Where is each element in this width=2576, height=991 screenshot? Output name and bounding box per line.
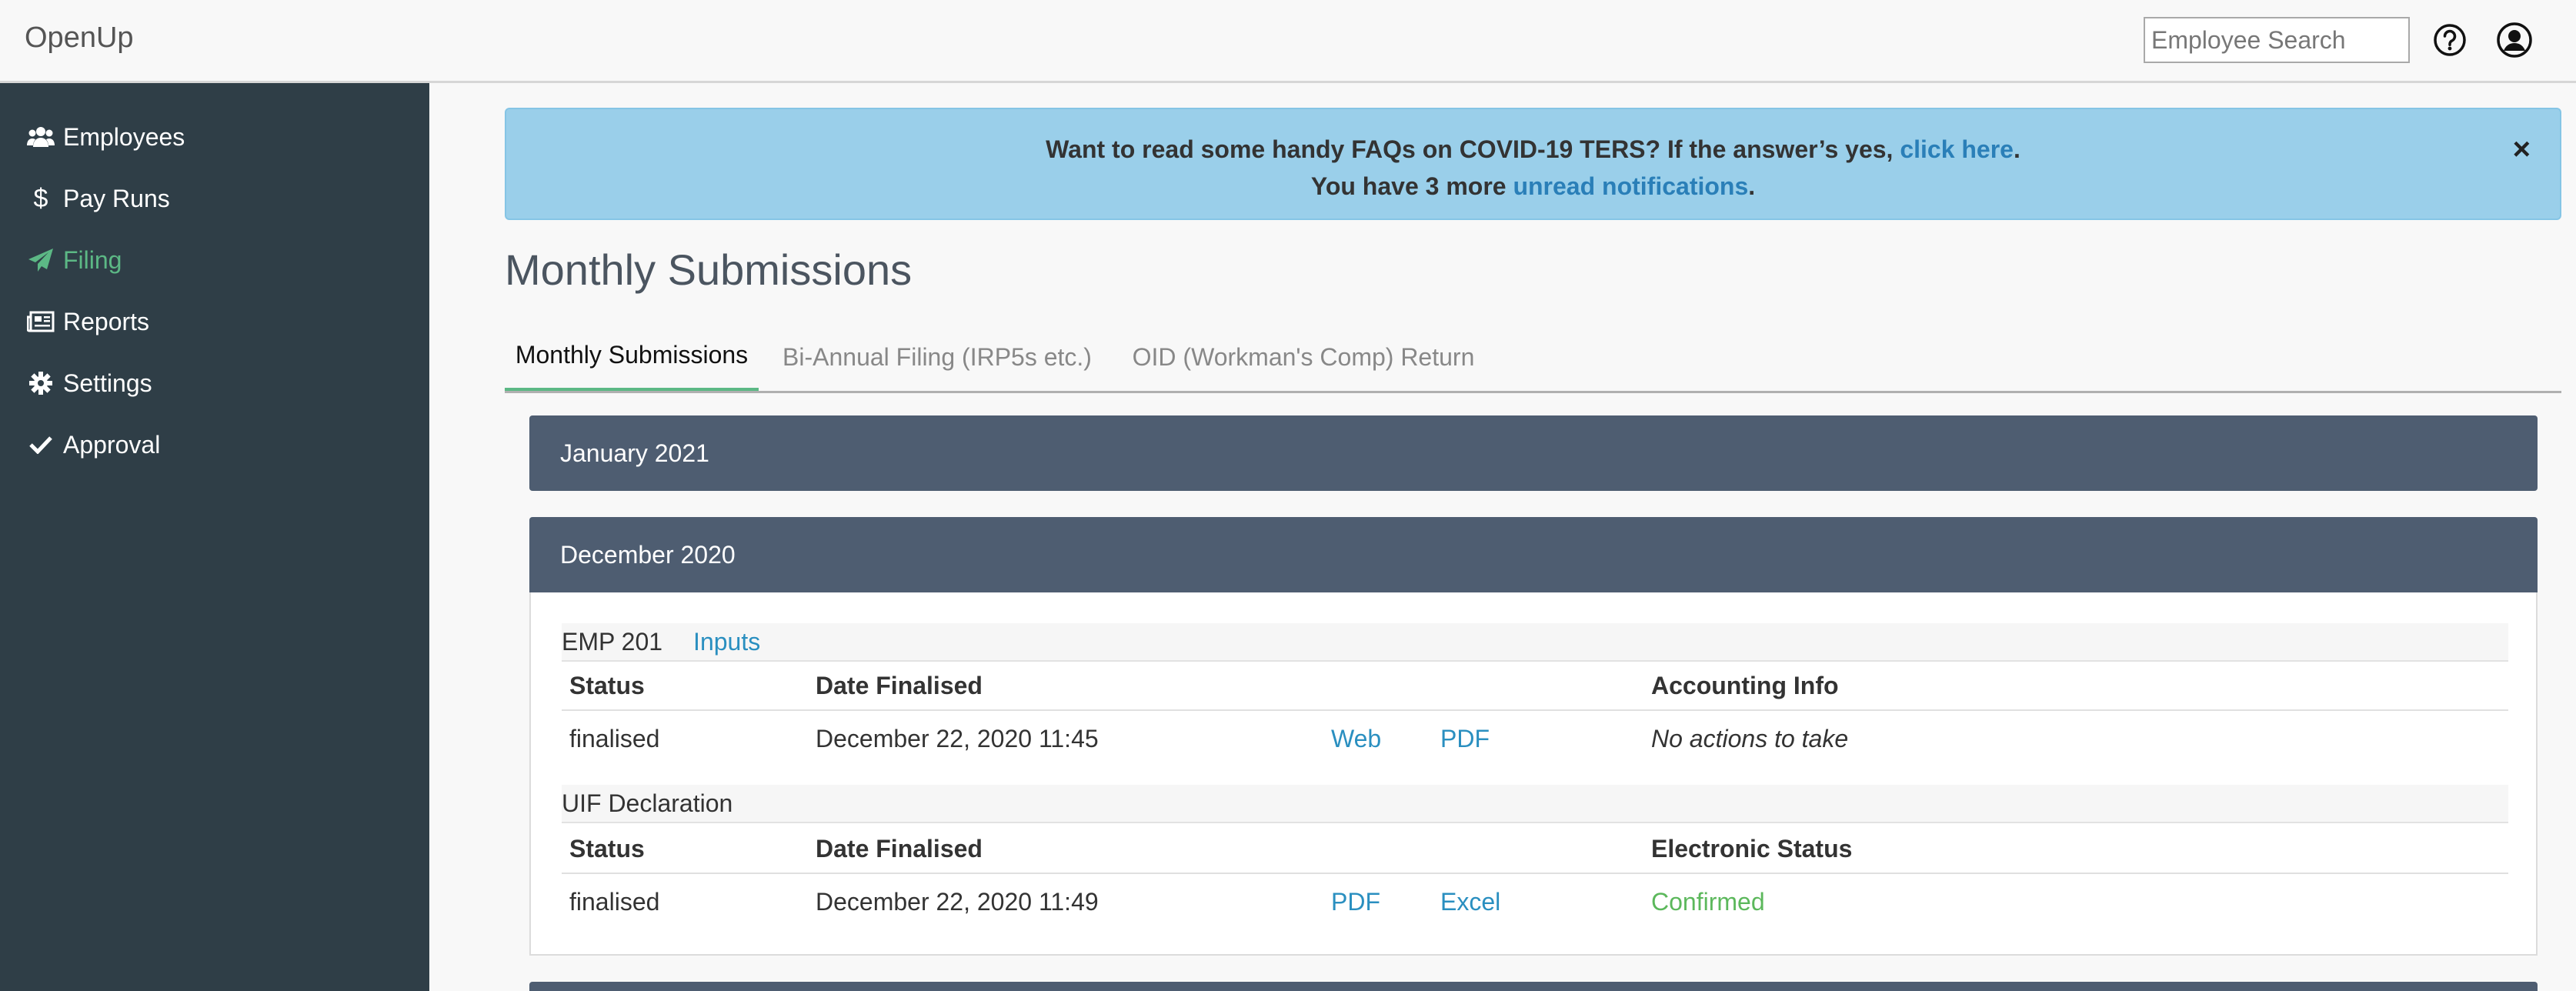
tab-monthly-submissions[interactable]: Monthly Submissions (505, 322, 759, 392)
tab-bi-annual-filing[interactable]: Bi-Annual Filing (IRP5s etc.) (769, 322, 1105, 392)
header-date-finalised: Date Finalised (816, 671, 983, 699)
sidebar-item-filing[interactable]: Filing (0, 229, 429, 291)
header-status: Status (569, 834, 645, 863)
sidebar-item-label: Pay Runs (63, 184, 170, 212)
section-title: EMP 201 (562, 627, 663, 656)
sidebar-item-approval[interactable]: Approval (0, 414, 429, 475)
alert-line-1: Want to read some handy FAQs on COVID-19… (1046, 135, 2020, 163)
tab-oid-return[interactable]: OID (Workman's Comp) Return (1126, 322, 1480, 392)
period-body-december-2020: EMP 201 Inputs Status Date Finalised Acc… (529, 592, 2538, 956)
page-title: Monthly Submissions (505, 245, 913, 294)
section-title: UIF Declaration (562, 789, 733, 817)
brand-logo[interactable]: OpenUp (25, 22, 134, 55)
table-header: Status Date Finalised Accounting Info (562, 662, 2508, 711)
employee-search-input[interactable] (2144, 17, 2410, 63)
sidebar-item-reports[interactable]: Reports (0, 291, 429, 352)
excel-link[interactable]: Excel (1440, 876, 1500, 928)
header-date-finalised: Date Finalised (816, 834, 983, 863)
section-header-uif-declaration: UIF Declaration (562, 785, 2508, 823)
gear-icon (26, 369, 55, 398)
header-accounting-info: Accounting Info (1651, 671, 1839, 699)
header-electronic-status: Electronic Status (1651, 834, 1853, 863)
sidebar-item-settings[interactable]: Settings (0, 352, 429, 414)
click-here-link[interactable]: click here (1900, 135, 2014, 163)
period-header-december-2020[interactable]: December 2020 (529, 517, 2538, 592)
table-row: finalised December 22, 2020 11:49 PDF Ex… (562, 876, 2508, 928)
electronic-status-cell: Confirmed (1651, 887, 1765, 916)
pdf-link[interactable]: PDF (1440, 712, 1490, 765)
main-content: Want to read some handy FAQs on COVID-19… (429, 83, 2576, 991)
sidebar-item-label: Reports (63, 307, 150, 335)
newspaper-icon (26, 307, 55, 336)
status-cell: finalised (569, 887, 660, 916)
section-header-emp201: EMP 201 Inputs (562, 623, 2508, 662)
tab-divider (505, 391, 2561, 393)
sidebar-item-employees[interactable]: Employees (0, 106, 429, 168)
top-navbar: OpenUp (0, 0, 2576, 83)
period-header-january-2021[interactable]: January 2021 (529, 415, 2538, 491)
dollar-icon: $ (33, 183, 48, 213)
inputs-link[interactable]: Inputs (693, 628, 760, 656)
sidebar: Employees $ Pay Runs Filing Reports Sett… (0, 83, 429, 991)
header-status: Status (569, 671, 645, 699)
users-icon (26, 122, 55, 152)
date-cell: December 22, 2020 11:49 (816, 887, 1099, 916)
accounting-info-cell: No actions to take (1651, 724, 1849, 752)
alert-line-2: You have 3 more unread notifications. (1310, 172, 1756, 200)
sidebar-item-label: Employees (63, 122, 185, 151)
sidebar-item-label: Approval (63, 430, 161, 459)
status-cell: finalised (569, 724, 660, 752)
check-icon (26, 430, 55, 459)
sidebar-item-pay-runs[interactable]: $ Pay Runs (0, 168, 429, 229)
table-row: finalised December 22, 2020 11:45 Web PD… (562, 712, 2508, 765)
close-icon[interactable]: × (2513, 131, 2531, 168)
period-header-next[interactable] (529, 982, 2538, 991)
notification-alert: Want to read some handy FAQs on COVID-19… (505, 108, 2561, 220)
paper-plane-icon (26, 245, 55, 275)
table-header: Status Date Finalised Electronic Status (562, 825, 2508, 874)
user-circle-icon[interactable] (2496, 22, 2533, 58)
web-link[interactable]: Web (1331, 712, 1381, 765)
date-cell: December 22, 2020 11:45 (816, 724, 1099, 752)
unread-notifications-link[interactable]: unread notifications (1513, 172, 1748, 200)
help-circle-icon[interactable] (2431, 22, 2468, 58)
pdf-link[interactable]: PDF (1331, 876, 1380, 928)
sidebar-item-label: Settings (63, 369, 152, 397)
sidebar-item-label: Filing (63, 245, 122, 274)
